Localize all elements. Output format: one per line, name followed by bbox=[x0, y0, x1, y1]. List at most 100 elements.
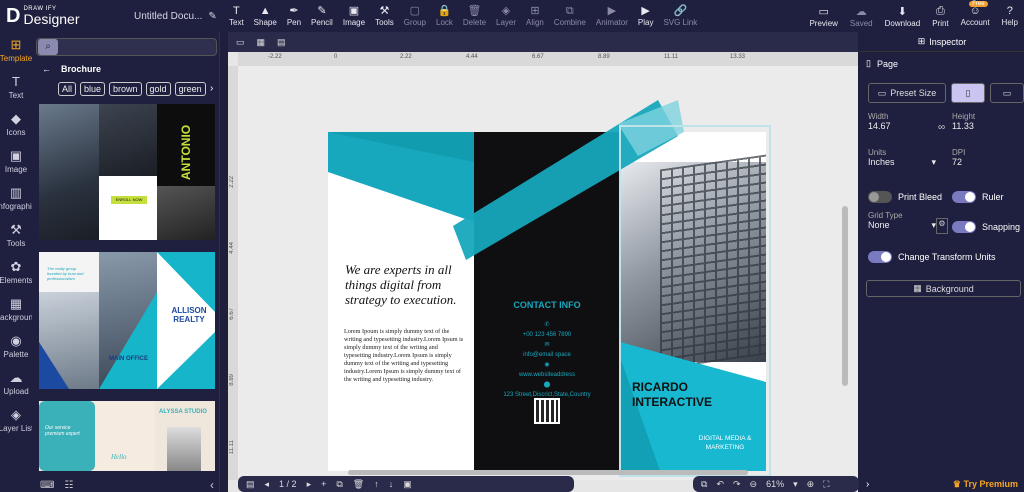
fit-icon[interactable]: ⧉ bbox=[701, 479, 707, 490]
sidebar-item-layer-list[interactable]: ◈ Layer List bbox=[0, 402, 32, 439]
filter-chip-gold[interactable]: gold bbox=[145, 82, 171, 96]
keyboard-icon[interactable]: ⌨ bbox=[40, 480, 54, 491]
tool-image[interactable]: ▣ Image bbox=[338, 0, 370, 32]
sidebar-item-upload[interactable]: ☁ Upload bbox=[0, 365, 32, 402]
landscape-button[interactable]: ▭ bbox=[990, 83, 1024, 103]
width-value[interactable]: 14.67 bbox=[868, 121, 928, 131]
change-units-toggle[interactable] bbox=[868, 251, 892, 263]
contact-title[interactable]: CONTACT INFO bbox=[474, 300, 620, 310]
tool-text[interactable]: T Text bbox=[224, 0, 249, 32]
grid-settings-icon[interactable]: ⚙ bbox=[936, 218, 948, 234]
redo-icon[interactable]: ↷ bbox=[733, 479, 741, 490]
prev-page-icon[interactable]: ◂ bbox=[265, 479, 270, 490]
add-page-icon[interactable]: + bbox=[321, 479, 326, 489]
tool-saved[interactable]: ☁ Saved bbox=[844, 0, 879, 32]
filter-chip-all[interactable]: All bbox=[58, 82, 77, 96]
units-select[interactable]: Units Inches ▾ bbox=[868, 148, 936, 168]
next-page-icon[interactable]: ▸ bbox=[307, 479, 312, 490]
collapse-panel-icon[interactable]: ‹ bbox=[210, 478, 214, 492]
tool-print[interactable]: ⎙ Print bbox=[926, 0, 954, 32]
tool-lock[interactable]: 🔒 Lock bbox=[431, 0, 458, 32]
tool-svg-link[interactable]: 🔗 SVG Link bbox=[658, 0, 702, 32]
document-name[interactable]: Untitled Docu... ✎ bbox=[118, 0, 220, 32]
tool-play[interactable]: ▶ Play bbox=[633, 0, 659, 32]
qr-code[interactable] bbox=[534, 398, 560, 424]
tool-align[interactable]: ⊞ Align bbox=[521, 0, 549, 32]
grid-type-value[interactable]: None bbox=[868, 220, 890, 231]
brochure-body-text[interactable]: Lorem Ipoum is simply dummy text of the … bbox=[344, 328, 464, 384]
tool-pen[interactable]: ✒ Pen bbox=[282, 0, 306, 32]
app-logo[interactable]: D DRAW IFY Designer bbox=[0, 0, 118, 32]
chips-next-icon[interactable]: › bbox=[210, 83, 213, 94]
filter-chip-blue[interactable]: blue bbox=[80, 82, 106, 96]
search-input[interactable]: ⌕ bbox=[36, 38, 217, 56]
filter-chip-brown[interactable]: brown bbox=[109, 82, 142, 96]
tool-combine[interactable]: ⧉ Combine bbox=[549, 0, 591, 32]
tool-account[interactable]: ☺ Account Free bbox=[955, 0, 996, 32]
filter-icon[interactable]: ☷ bbox=[64, 480, 73, 491]
template-thumbnail-gym[interactable]: ENROLL NOW ANTONIO GYM bbox=[39, 104, 215, 240]
sidebar-item-image[interactable]: ▣ Image bbox=[0, 143, 32, 180]
units-value[interactable]: Inches bbox=[868, 157, 895, 168]
ruler-toggle[interactable] bbox=[952, 191, 976, 203]
page-icon[interactable]: ▤ bbox=[277, 37, 286, 48]
portrait-button[interactable]: ▯ bbox=[951, 83, 985, 103]
grid-icon[interactable]: ▦ bbox=[257, 37, 266, 48]
sidebar-item-palette[interactable]: ◉ Palette bbox=[0, 328, 32, 365]
horizontal-ruler[interactable]: -2.22 0 2.22 4.44 6.67 8.89 11.11 13.33 bbox=[238, 52, 858, 66]
sidebar-item-icons[interactable]: ◆ Icons bbox=[0, 106, 32, 143]
expand-icon[interactable]: › bbox=[866, 479, 869, 490]
height-field[interactable]: Height 11.33 bbox=[952, 112, 1012, 131]
contact-phone[interactable]: +00 123 456 7890 bbox=[474, 330, 620, 340]
width-field[interactable]: Width 14.67 bbox=[868, 112, 928, 131]
sidebar-item-text[interactable]: T Text bbox=[0, 69, 32, 106]
undo-icon[interactable]: ↶ bbox=[716, 479, 724, 490]
horizontal-scrollbar[interactable] bbox=[348, 470, 748, 475]
dpi-field[interactable]: DPI 72 bbox=[952, 148, 1012, 167]
sidebar-item-elements[interactable]: ✿ Elements bbox=[0, 254, 32, 291]
template-thumbnail-studio[interactable]: Our service premium expert Hello ALYSSA … bbox=[39, 401, 215, 471]
back-arrow-icon[interactable]: ← bbox=[42, 64, 51, 74]
zoom-in-icon[interactable]: ⊕ bbox=[807, 479, 815, 490]
tool-shape[interactable]: ▲ Shape bbox=[249, 0, 282, 32]
try-premium-button[interactable]: ♛ Try Premium bbox=[953, 479, 1018, 490]
duplicate-page-icon[interactable]: ⧉ bbox=[336, 479, 342, 490]
preset-size-button[interactable]: ▭ Preset Size bbox=[868, 83, 946, 103]
zoom-level[interactable]: 61% bbox=[766, 479, 784, 489]
tool-group[interactable]: ▢ Group bbox=[399, 0, 431, 32]
sidebar-item-infographic[interactable]: ▥ Infographic bbox=[0, 180, 32, 217]
move-down-icon[interactable]: ↓ bbox=[389, 479, 394, 489]
tool-download[interactable]: ⬇ Download bbox=[879, 0, 927, 32]
tool-delete[interactable]: 🗑 Delete bbox=[458, 0, 491, 32]
sidebar-item-tools[interactable]: ⚒ Tools bbox=[0, 217, 32, 254]
company-tagline[interactable]: DIGITAL MEDIA & MARKETING bbox=[690, 434, 760, 452]
fit-screen-icon[interactable]: ▭ bbox=[236, 37, 245, 48]
document-title[interactable]: Untitled Docu... bbox=[134, 11, 202, 22]
grid-type-select[interactable]: Grid Type None ▾ bbox=[868, 211, 936, 231]
brochure-headline[interactable]: We are experts in all things digital fro… bbox=[345, 262, 465, 307]
zoom-dropdown-icon[interactable]: ▾ bbox=[793, 479, 798, 490]
edit-icon[interactable]: ✎ bbox=[208, 11, 216, 22]
vertical-ruler[interactable]: 2.22 4.44 6.67 8.89 11.11 bbox=[228, 66, 238, 480]
brochure-panel-right[interactable]: RICARDO INTERACTIVE DIGITAL MEDIA & MARK… bbox=[620, 132, 766, 471]
height-value[interactable]: 11.33 bbox=[952, 121, 1012, 131]
pages-icon[interactable]: ▤ bbox=[246, 479, 255, 490]
delete-page-icon[interactable]: 🗑 bbox=[353, 479, 364, 490]
page-settings-icon[interactable]: ▣ bbox=[403, 479, 412, 490]
snapping-toggle[interactable] bbox=[952, 221, 976, 233]
tool-pencil[interactable]: ✎ Pencil bbox=[306, 0, 338, 32]
company-name[interactable]: RICARDO INTERACTIVE bbox=[632, 380, 742, 410]
link-icon[interactable]: ∞ bbox=[938, 122, 945, 133]
contact-email[interactable]: info@email space bbox=[474, 350, 620, 360]
filter-chip-green[interactable]: green bbox=[174, 82, 206, 96]
contact-web[interactable]: www.websiteaddress bbox=[474, 370, 620, 380]
sidebar-item-background[interactable]: ▦ Background bbox=[0, 291, 32, 328]
print-bleed-toggle[interactable] bbox=[868, 191, 892, 203]
brochure-panel-left[interactable]: We are experts in all things digital fro… bbox=[328, 132, 474, 471]
tool-layer[interactable]: ◈ Layer bbox=[491, 0, 521, 32]
vertical-scrollbar[interactable] bbox=[842, 206, 848, 386]
template-thumbnail-realty[interactable]: The realty group founded by trust and pr… bbox=[39, 252, 215, 389]
tool-animator[interactable]: ▶ Animator bbox=[591, 0, 633, 32]
fullscreen-icon[interactable]: ⛶ bbox=[823, 479, 829, 490]
canvas-stage[interactable]: We are experts in all things digital fro… bbox=[238, 66, 858, 480]
